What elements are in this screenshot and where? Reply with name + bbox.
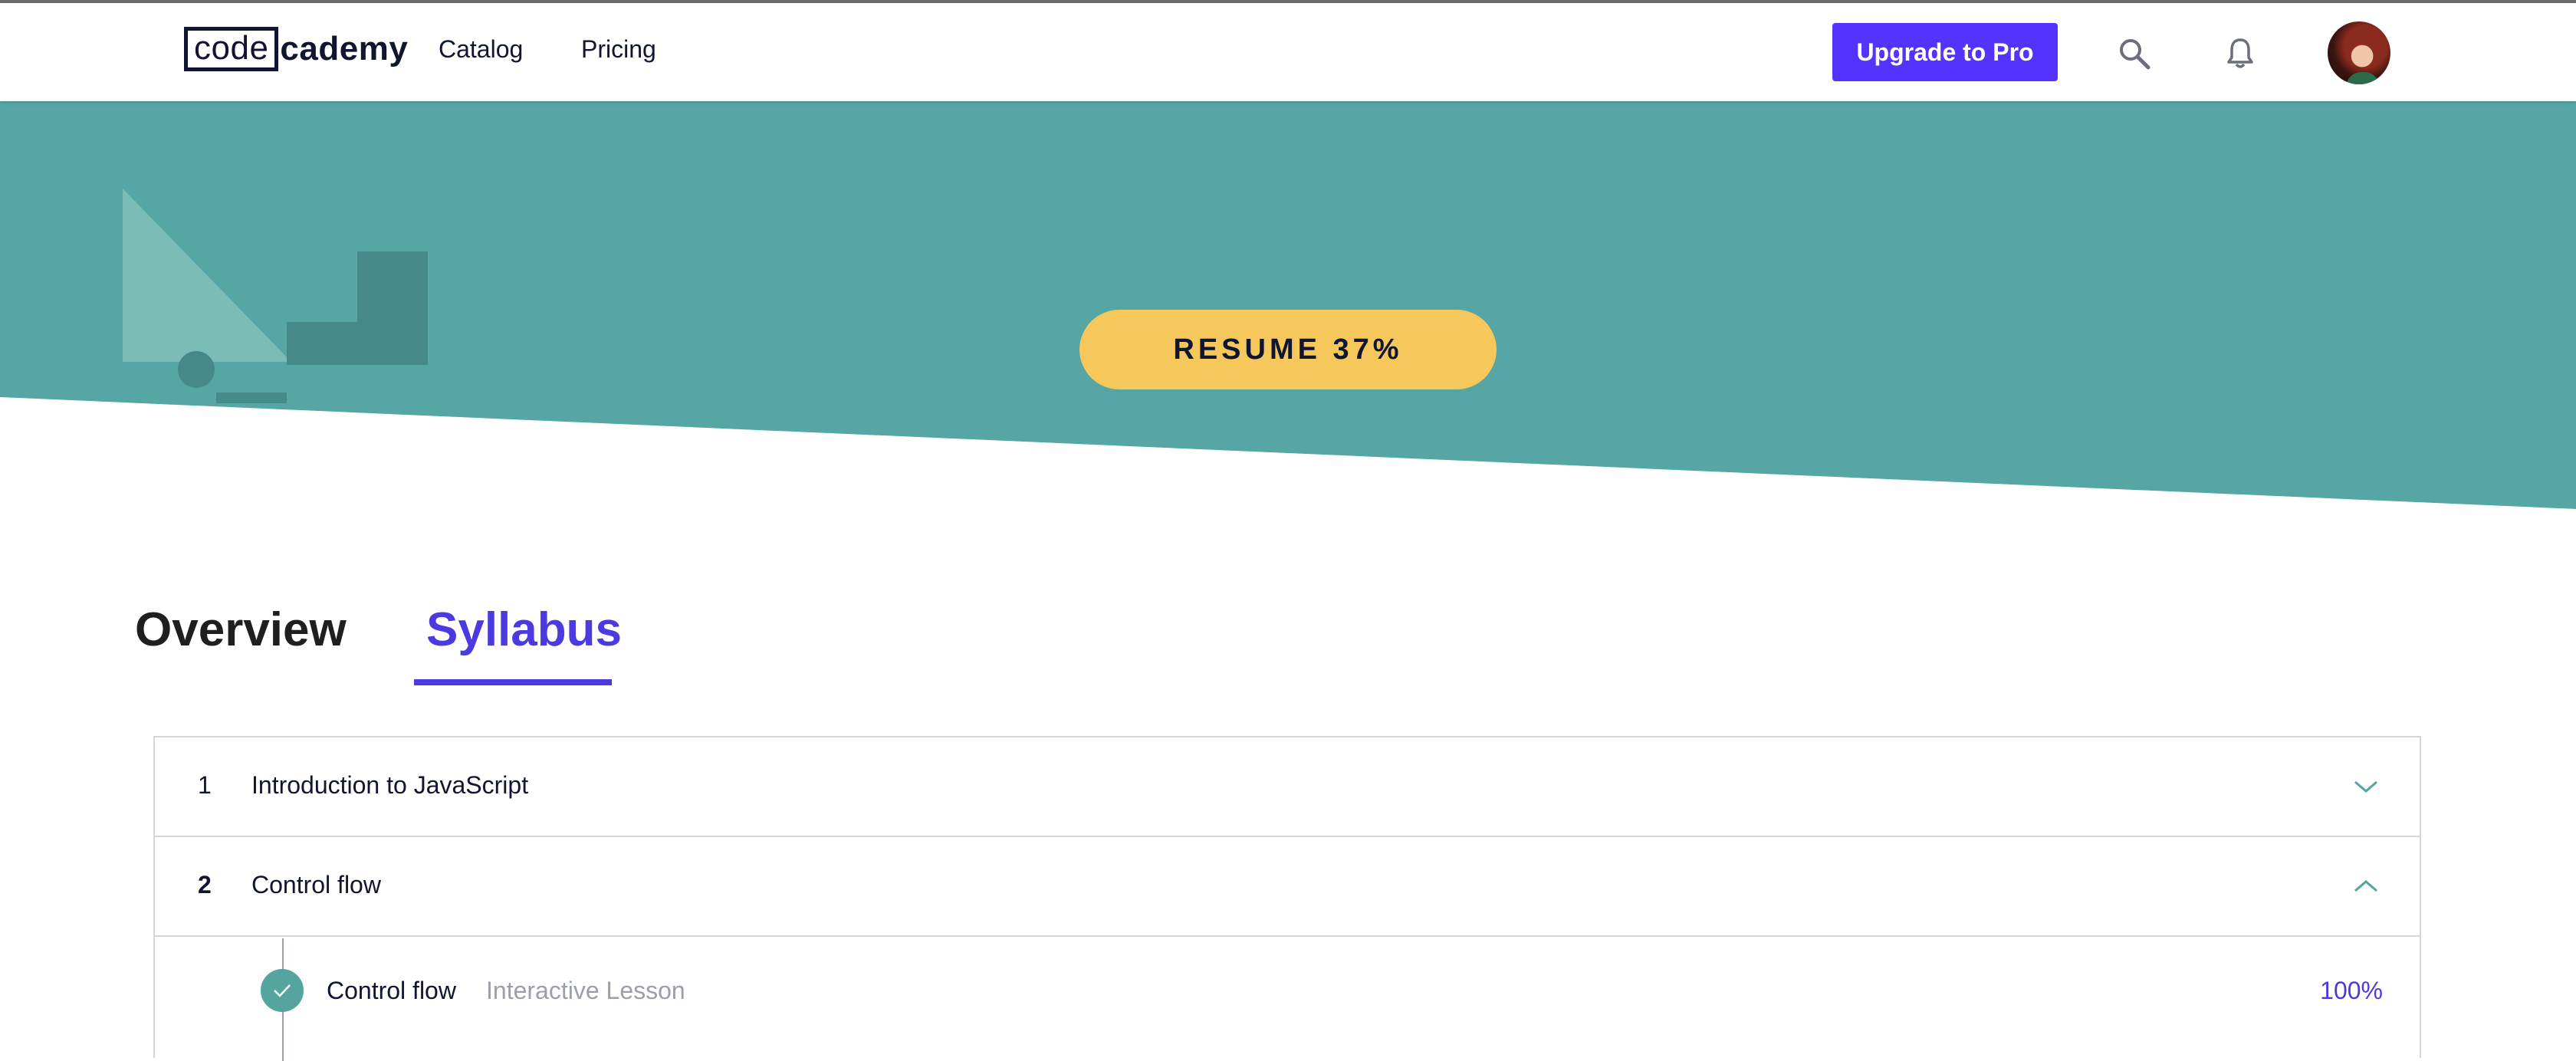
top-navigation-bar: code cademy Catalog Pricing Upgrade to Pr… [0,3,2576,101]
module-number: 2 [198,871,212,898]
hero-block-low [216,393,287,403]
lesson-type: Interactive Lesson [486,977,685,1004]
avatar-shirt [2346,72,2380,84]
lesson-progress: 100% [2320,977,2383,1004]
chevron-down-icon[interactable] [2352,776,2380,797]
search-icon[interactable] [2114,34,2154,74]
hero-block-tall [357,251,428,365]
lesson-item[interactable]: Control flow Interactive Lesson 100% [155,938,2420,1061]
tab-overview[interactable]: Overview [135,603,347,657]
upgrade-to-pro-button[interactable]: Upgrade to Pro [1832,23,2058,81]
logo-cademy-part: cademy [280,30,409,67]
nav-link-pricing[interactable]: Pricing [581,35,656,64]
chevron-up-icon[interactable] [2352,875,2380,897]
module-number: 1 [198,771,212,799]
module-row-1[interactable]: 1 Introduction to JavaScript [155,737,2420,837]
resume-course-button[interactable]: RESUME 37% [1079,310,1497,389]
module-row-2[interactable]: 2 Control flow [155,837,2420,937]
user-avatar[interactable] [2328,21,2390,84]
course-hero-banner: RESUME 37% [0,101,2576,515]
lesson-title: Control flow [327,977,456,1004]
check-icon [261,969,304,1012]
syllabus-list: 1 Introduction to JavaScript 2 Control f… [153,736,2421,1061]
active-tab-indicator [414,679,612,685]
nav-link-catalog[interactable]: Catalog [439,35,523,64]
hero-block-short [287,322,357,365]
module-title: Control flow [251,871,381,898]
module-title: Introduction to JavaScript [251,771,529,799]
bell-icon[interactable] [2220,34,2260,74]
hero-circle-decoration [178,351,215,388]
codecademy-logo[interactable]: code cademy [184,27,408,71]
hero-background [0,101,2576,515]
tab-syllabus[interactable]: Syllabus [426,603,622,657]
logo-code-part: code [184,27,279,71]
